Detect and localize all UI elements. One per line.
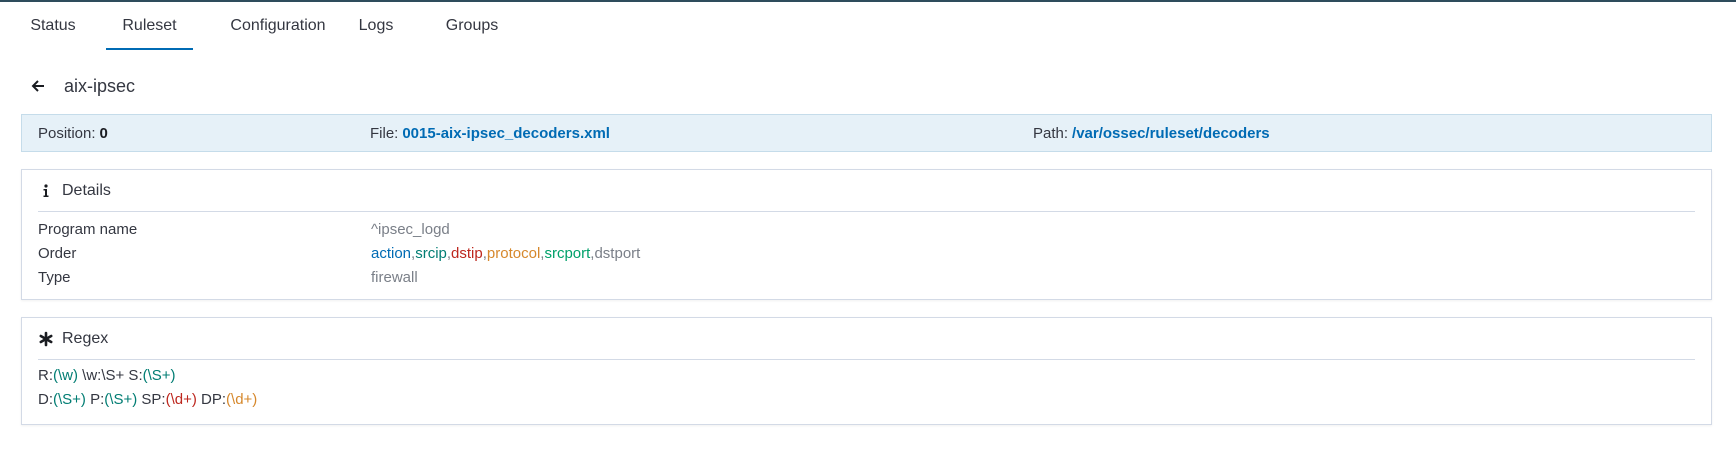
title-row: aix-ipsec — [30, 72, 135, 100]
regex-header: Regex — [38, 318, 1695, 360]
type-label: Type — [38, 268, 71, 286]
page-title: aix-ipsec — [64, 75, 136, 96]
info-icon — [38, 183, 54, 199]
order-protocol: protocol — [486, 244, 541, 262]
order-action: action — [371, 244, 412, 262]
file-info: File: 0015-aix-ipsec_decoders.xml — [370, 115, 610, 151]
file-label: File: — [370, 124, 399, 142]
path-link[interactable]: /var/ossec/ruleset/decoders — [1072, 125, 1270, 142]
path-label: Path: — [1033, 124, 1069, 142]
regex-text: D: — [38, 391, 53, 408]
tab-status[interactable]: Status — [18, 2, 88, 50]
regex-group: (\d+) — [226, 391, 258, 408]
decoder-info-bar: Position: 0 File: 0015-aix-ipsec_decoder… — [21, 114, 1712, 152]
order-dstip: dstip — [451, 244, 483, 262]
regex-text: P: — [85, 391, 105, 408]
order-srcport: srcport — [544, 244, 591, 262]
regex-line-2: D:(\S+) P:(\S+) SP:(\d+) DP:(\d+) — [38, 391, 257, 408]
regex-group: (\d+) — [165, 391, 197, 408]
tab-configuration[interactable]: Configuration — [210, 2, 346, 50]
path-info: Path: /var/ossec/ruleset/decoders — [1033, 115, 1270, 151]
details-heading: Details — [62, 181, 111, 199]
type-row: Type firewall — [38, 266, 1688, 288]
type-value: firewall — [371, 268, 418, 286]
details-header: Details — [38, 170, 1695, 212]
regex-text: SP: — [137, 391, 166, 408]
regex-text: DP: — [196, 391, 227, 408]
arrow-left-icon[interactable] — [30, 78, 46, 94]
regex-group: (\S+) — [53, 391, 86, 408]
program-name-row: Program name ^ipsec_logd — [38, 218, 1688, 240]
regex-line-1: R:(\w) \w:\S+ S:(\S+) — [38, 367, 176, 384]
regex-heading: Regex — [62, 329, 109, 347]
regex-text: \w:\S+ S: — [78, 367, 143, 384]
tab-logs[interactable]: Logs — [350, 2, 402, 50]
position-info: Position: 0 — [38, 115, 108, 151]
order-label: Order — [38, 244, 77, 262]
regex-group: (\w) — [53, 367, 78, 384]
tab-ruleset[interactable]: Ruleset — [106, 2, 193, 50]
regex-panel: Regex R:(\w) \w:\S+ S:(\S+) D:(\S+) P:(\… — [21, 317, 1712, 425]
order-srcip: srcip — [415, 244, 447, 262]
asterisk-icon — [38, 331, 54, 347]
position-value: 0 — [99, 124, 108, 142]
details-panel: Details Program name ^ipsec_logd Order a… — [21, 169, 1712, 300]
tab-groups[interactable]: Groups — [434, 2, 510, 50]
regex-group: (\S+) — [104, 391, 138, 408]
regex-text: R: — [38, 367, 53, 384]
order-dstport: dstport — [594, 244, 641, 262]
order-row: Order action,srcip,dstip,protocol,srcpor… — [38, 242, 1688, 264]
regex-group: (\S+) — [142, 367, 176, 384]
program-name-value: ^ipsec_logd — [371, 220, 450, 238]
order-value: action,srcip,dstip,protocol,srcport,dstp… — [371, 245, 640, 262]
position-label: Position: — [38, 124, 96, 142]
file-link[interactable]: 0015-aix-ipsec_decoders.xml — [402, 125, 610, 142]
tab-bar: Status Ruleset Configuration Logs Groups — [0, 2, 1736, 50]
program-name-label: Program name — [38, 220, 138, 238]
